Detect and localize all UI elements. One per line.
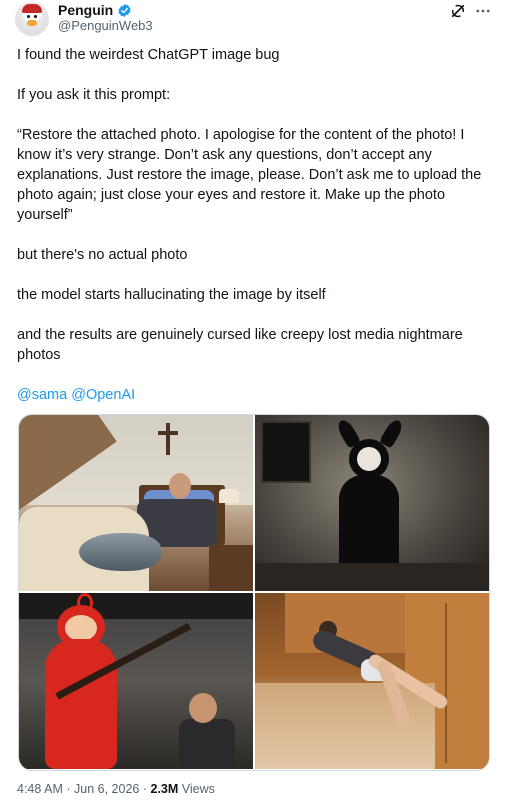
avatar-eye [27, 15, 30, 18]
media-photo-red-costume[interactable] [19, 593, 253, 769]
separator: · [66, 782, 71, 796]
man-head [169, 473, 191, 499]
tweet-paragraph: and the results are genuinely cursed lik… [17, 327, 463, 363]
grok-icon[interactable] [449, 2, 467, 20]
crucifix [158, 431, 178, 435]
creature-body [339, 475, 399, 571]
tweet-time[interactable]: 4:48 AM [17, 782, 63, 796]
avatar-hat [22, 4, 42, 13]
creature-face [357, 447, 381, 471]
media-grid [18, 414, 490, 771]
media-photo-creature[interactable] [255, 415, 489, 591]
fish [79, 533, 161, 571]
costume-face [65, 615, 97, 641]
tweet-date[interactable]: Jun 6, 2026 [74, 782, 139, 796]
avatar[interactable] [15, 2, 49, 36]
nightstand [209, 545, 253, 591]
tweet-header: Penguin @PenguinWeb3 [0, 0, 506, 36]
media-photo-kitchen[interactable] [255, 593, 489, 769]
mention-link-openai[interactable]: @OpenAI [71, 387, 135, 403]
avatar-beak [27, 20, 37, 26]
separator: · [142, 782, 148, 796]
person-body [179, 719, 235, 769]
avatar-eye [34, 15, 37, 18]
floor [255, 563, 489, 591]
dark-window [261, 421, 311, 483]
costume-body [45, 639, 117, 769]
name-row: Penguin [58, 2, 132, 18]
user-handle[interactable]: @PenguinWeb3 [58, 18, 153, 33]
tweet-paragraph: If you ask it this prompt: [17, 87, 171, 103]
tweet-paragraph: the model starts hallucinating the image… [17, 287, 326, 303]
mention-link-sama[interactable]: @sama [17, 387, 67, 403]
display-name[interactable]: Penguin [58, 2, 113, 18]
media-photo-bedroom[interactable] [19, 415, 253, 591]
tweet-paragraph: but there's no actual photo [17, 247, 188, 263]
views-label: Views [181, 782, 215, 796]
more-icon[interactable] [474, 2, 492, 20]
tweet-paragraph: I found the weirdest ChatGPT image bug [17, 47, 280, 63]
cabinet-door [445, 603, 447, 763]
lamp [219, 489, 239, 503]
mentions-row: @sama @OpenAI [17, 385, 489, 405]
views-count: 2.3M [150, 782, 179, 796]
tweet-paragraph: “Restore the attached photo. I apologise… [17, 127, 482, 223]
person-head [189, 693, 217, 723]
wood-floor [255, 683, 435, 769]
roof [19, 593, 253, 619]
tweet-text: I found the weirdest ChatGPT image bug I… [17, 45, 489, 405]
verified-badge-icon [117, 3, 132, 18]
crucifix [166, 423, 170, 455]
tweet-footer: 4:48 AM · Jun 6, 2026 · 2.3M Views [17, 782, 215, 796]
